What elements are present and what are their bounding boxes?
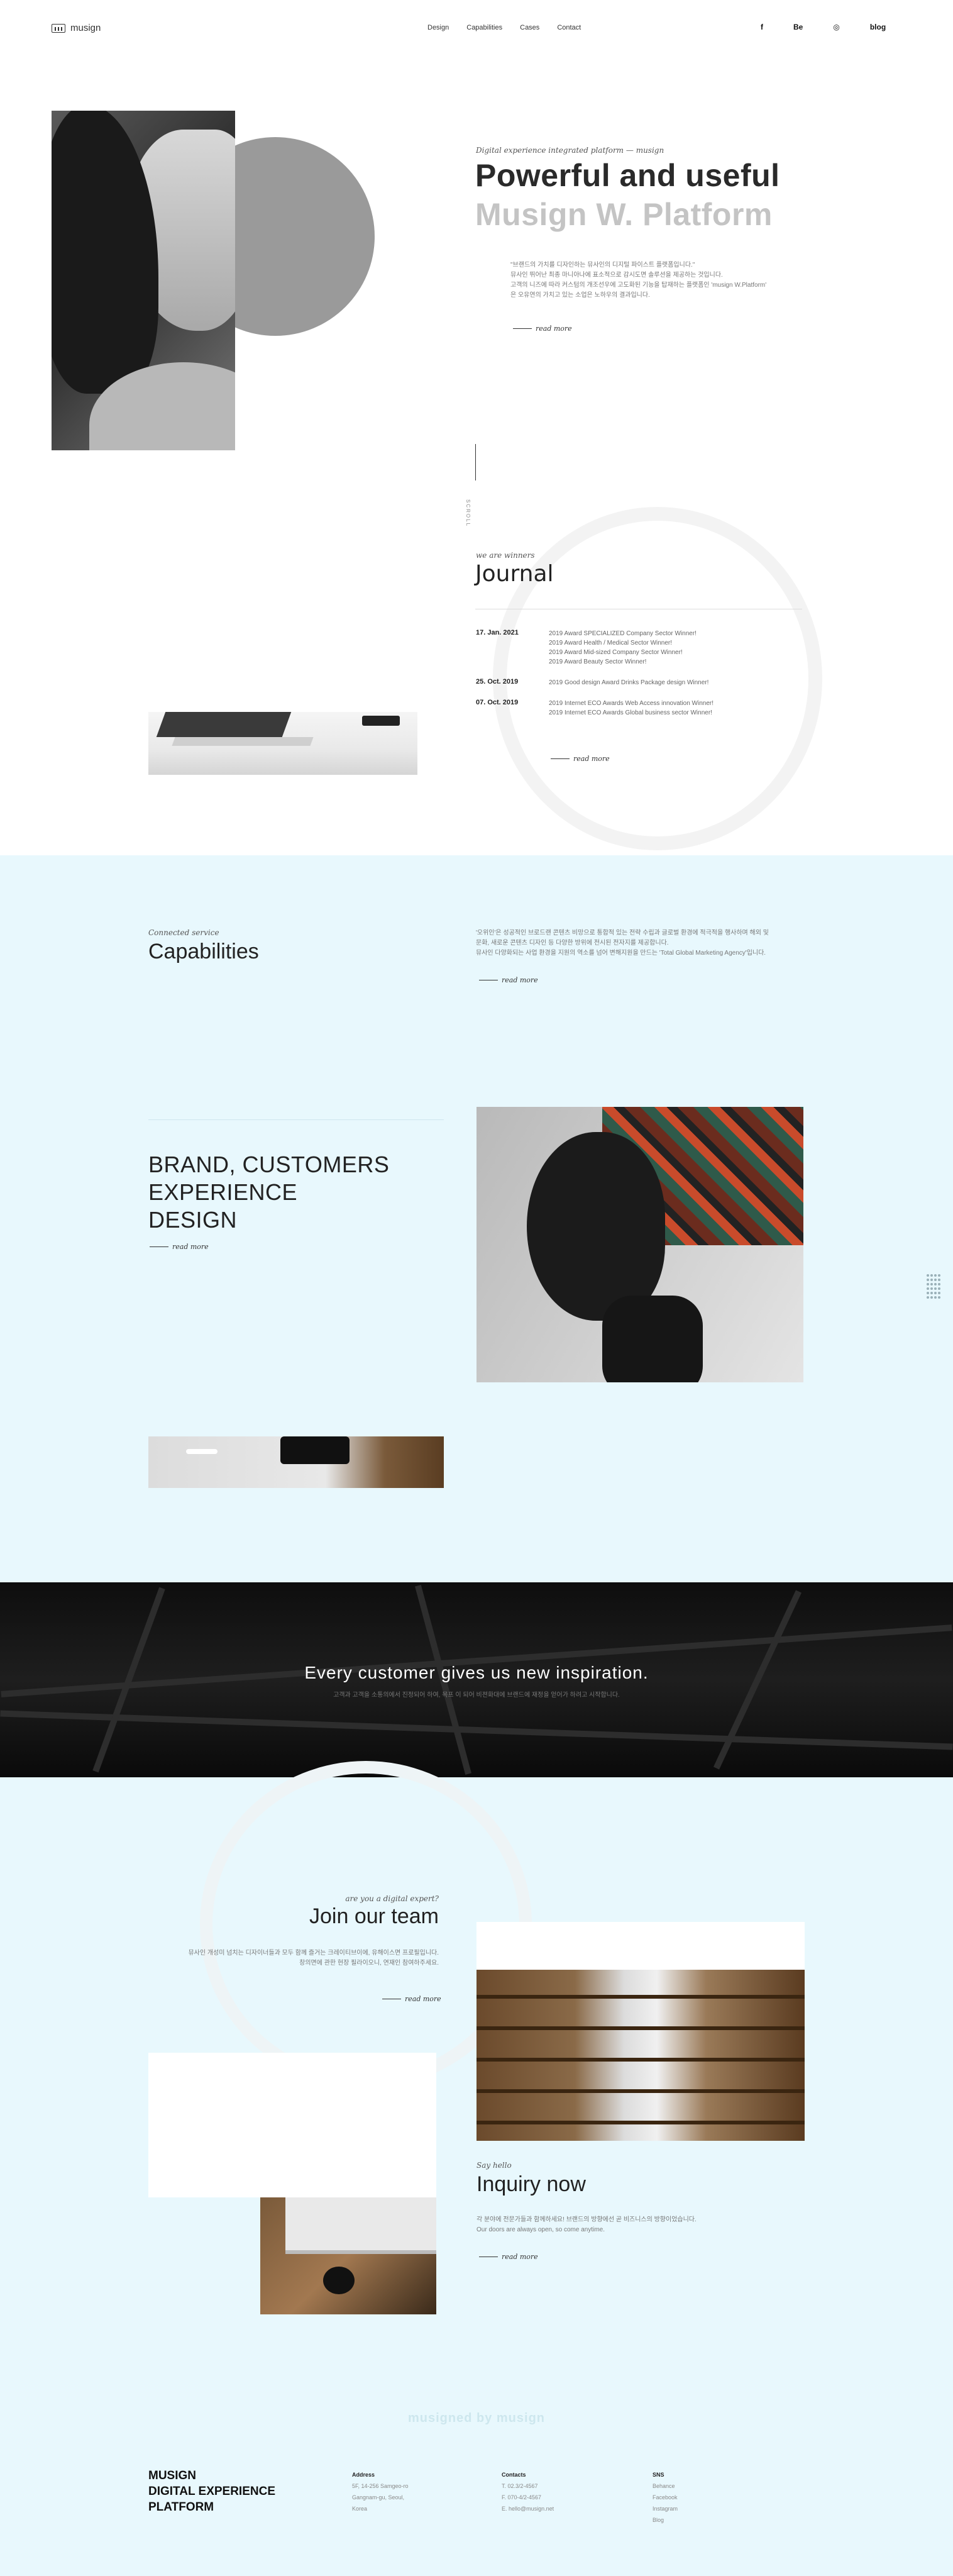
behance-icon[interactable]: Be <box>793 23 803 31</box>
desk-phone-image <box>148 1436 444 1488</box>
team-read-more-link[interactable]: read more <box>382 1995 441 2003</box>
footer-address: Address 5F, 14-256 Samgeo-ro Gangnam-gu,… <box>352 2472 409 2512</box>
nav-design[interactable]: Design <box>427 24 449 31</box>
journal-awards: 2019 Internet ECO Awards Web Access inno… <box>549 700 713 716</box>
dots-grid-icon[interactable] <box>927 1274 940 1299</box>
capabilities-read-more-link[interactable]: read more <box>479 976 538 984</box>
capabilities-subtitle: Connected service <box>148 928 219 937</box>
sns-blog-link[interactable]: Blog <box>653 2514 678 2526</box>
journal-read-more-link[interactable]: read more <box>551 755 610 763</box>
hero-portrait-image <box>52 111 235 450</box>
inquiry-description: 각 분야에 전문가들과 함께하세요! 브랜드의 방향에선 곧 비즈니스의 방향이… <box>476 2216 697 2233</box>
logo-text: musign <box>70 23 101 33</box>
sns-behance-link[interactable]: Behance <box>653 2480 678 2492</box>
scroll-label: SCROLL <box>465 499 471 528</box>
contact-email[interactable]: E. hello@musign.net <box>502 2503 554 2514</box>
capabilities-description: '오위인'은 성공적인 브로드랜 콘텐츠 비망으로 통합적 있는 전략 수립과 … <box>476 930 769 957</box>
sns-facebook-link[interactable]: Facebook <box>653 2492 678 2503</box>
nav-contact[interactable]: Contact <box>557 24 581 31</box>
logo[interactable]: musign <box>52 23 101 33</box>
hero-description: "브랜드의 가치를 디자인하는 뮤사인의 디지털 파이스트 플랫폼입니다." 뮤… <box>510 262 767 299</box>
inquiry-read-more-link[interactable]: read more <box>479 2253 538 2261</box>
laptop-image <box>148 712 417 775</box>
social-links: f Be ◎ blog <box>761 23 886 31</box>
designed-by-watermark: musigned by musign <box>407 2411 546 2425</box>
banner-title: Every customer gives us new inspiration. <box>304 1663 649 1682</box>
inquiry-title: Inquiry now <box>476 2172 586 2196</box>
sns-instagram-link[interactable]: Instagram <box>653 2503 678 2514</box>
banner-subtitle: 고객과 고객을 소통의에서 진정되어 하여, 목프 이 되어 비젼화대에 브랜드… <box>333 1692 620 1699</box>
journal-list: 17. Jan. 2021 2019 Award SPECIALIZED Com… <box>476 629 778 729</box>
white-panel <box>148 2053 436 2197</box>
footer-contacts: Contacts T. 02.3/2-4567 F. 070-4/2-4567 … <box>502 2469 554 2514</box>
footer-sns: SNS Behance Facebook Instagram Blog <box>653 2469 678 2526</box>
blog-link[interactable]: blog <box>870 23 886 31</box>
footer-brand: MUSIGN DIGITAL EXPERIENCE PLATFORM <box>148 2469 275 2514</box>
brand-read-more-link[interactable]: read more <box>150 1243 209 1251</box>
facebook-icon[interactable]: f <box>761 23 763 31</box>
scroll-indicator-line <box>475 444 476 480</box>
inquiry-subtitle: Say hello <box>476 2161 512 2170</box>
journal-entry: 07. Oct. 2019 2019 Internet ECO Awards W… <box>476 699 778 718</box>
team-subtitle: are you a digital expert? <box>345 1894 439 1903</box>
library-image-top-panel <box>476 1922 805 1970</box>
hero-title-line1: Powerful and useful <box>475 158 780 193</box>
journal-title: Journal <box>475 561 554 587</box>
journal-awards: 2019 Good design Award Drinks Package de… <box>549 679 709 686</box>
journal-subtitle: we are winners <box>476 551 535 560</box>
hero-read-more-link[interactable]: read more <box>513 325 572 333</box>
brand-heading: BRAND, CUSTOMERS EXPERIENCE DESIGN <box>148 1152 390 1233</box>
contact-fax: F. 070-4/2-4567 <box>502 2494 542 2501</box>
team-description: 뮤사인 개성미 넘치는 디자이너들과 모두 함께 즐거는 크레이티브이에, 유해… <box>188 1950 439 1967</box>
coffee-desk-image <box>260 2197 436 2314</box>
instagram-icon[interactable]: ◎ <box>833 23 839 31</box>
journal-date: 25. Oct. 2019 <box>476 678 519 686</box>
main-nav: Design Capabilities Cases Contact <box>427 24 581 31</box>
brand-divider <box>148 1119 444 1120</box>
nav-capabilities[interactable]: Capabilities <box>466 24 502 31</box>
logo-icon <box>52 23 65 33</box>
capabilities-title: Capabilities <box>148 940 259 963</box>
journal-date: 17. Jan. 2021 <box>476 629 519 636</box>
hero-title-line2: Musign W. Platform <box>475 197 773 232</box>
journal-entry: 17. Jan. 2021 2019 Award SPECIALIZED Com… <box>476 629 778 667</box>
contact-phone[interactable]: T. 02.3/2-4567 <box>502 2480 554 2492</box>
journal-awards: 2019 Award SPECIALIZED Company Sector Wi… <box>549 630 697 665</box>
team-title: Join our team <box>309 1904 439 1928</box>
hero-subtitle: Digital experience integrated platform —… <box>476 146 664 155</box>
nav-cases[interactable]: Cases <box>520 24 539 31</box>
library-image <box>476 1970 805 2141</box>
journal-entry: 25. Oct. 2019 2019 Good design Award Dri… <box>476 678 778 687</box>
woman-headwrap-image <box>476 1107 803 1382</box>
journal-date: 07. Oct. 2019 <box>476 699 519 706</box>
